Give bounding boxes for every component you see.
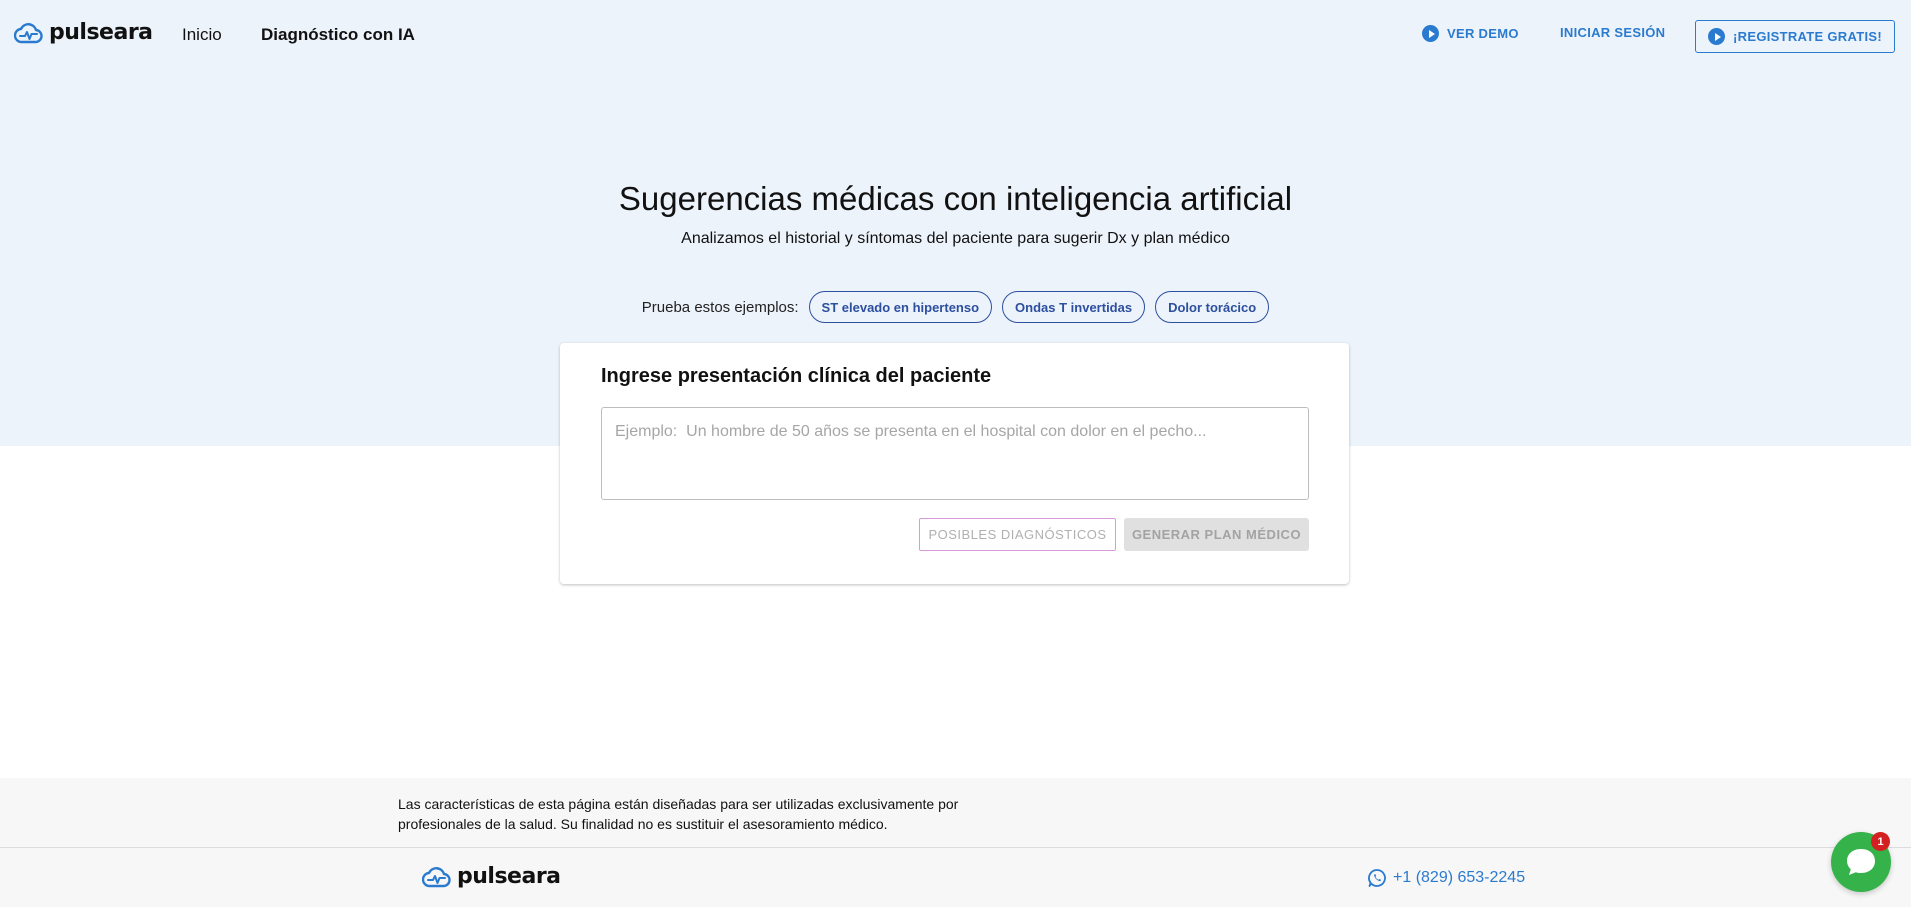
pulse-cloud-icon (422, 866, 451, 887)
examples-label: Prueba estos ejemplos: (641, 298, 799, 316)
generar-plan-medico-button[interactable]: GENERAR PLAN MÉDICO (1124, 518, 1309, 551)
example-chip-st-elevado[interactable]: ST elevado en hipertenso (808, 291, 993, 323)
footer-divider (0, 847, 1911, 848)
footer-brand-name: pulseara (457, 864, 561, 889)
chat-bubble-icon (1847, 849, 1875, 875)
nav-diagnostico-ia[interactable]: Diagnóstico con IA (261, 25, 415, 45)
whatsapp-phone-link[interactable]: +1 (829) 653-2245 (1367, 868, 1525, 888)
footer: Las características de esta página están… (0, 778, 1911, 907)
card-title: Ingrese presentación clínica del pacient… (601, 365, 992, 387)
examples-row: Prueba estos ejemplos: ST elevado en hip… (0, 291, 1911, 323)
iniciar-sesion-label: INICIAR SESIÓN (1560, 25, 1666, 40)
example-chip-ondas-t[interactable]: Ondas T invertidas (1002, 291, 1146, 323)
page-title: Sugerencias médicas con inteligencia art… (618, 180, 1293, 217)
brand-logo[interactable]: pulseara (14, 20, 153, 45)
whatsapp-icon (1368, 869, 1386, 887)
phone-number: +1 (829) 653-2245 (1393, 869, 1526, 886)
clinical-presentation-input[interactable] (601, 407, 1309, 500)
top-navbar: pulseara Inicio Diagnóstico con IA VER D… (0, 0, 1911, 70)
ver-demo-button[interactable]: VER DEMO (1422, 25, 1519, 42)
chat-notification-badge: 1 (1871, 832, 1890, 851)
page-subtitle: Analizamos el historial y síntomas del p… (681, 230, 1230, 247)
ver-demo-label: VER DEMO (1447, 26, 1519, 41)
play-icon (1708, 28, 1726, 45)
pulse-cloud-icon (14, 22, 43, 43)
iniciar-sesion-button[interactable]: INICIAR SESIÓN (1560, 25, 1665, 40)
brand-name: pulseara (49, 20, 153, 45)
register-button[interactable]: ¡REGISTRATE GRATIS! (1695, 20, 1895, 53)
example-chip-dolor-toracico[interactable]: Dolor torácico (1155, 291, 1270, 323)
register-label: ¡REGISTRATE GRATIS! (1733, 29, 1882, 44)
posibles-diagnosticos-button[interactable]: POSIBLES DIAGNÓSTICOS (919, 518, 1116, 551)
nav-inicio[interactable]: Inicio (182, 25, 222, 45)
play-icon (1422, 25, 1439, 42)
clinical-input-card: Ingrese presentación clínica del pacient… (560, 343, 1349, 584)
footer-brand-logo[interactable]: pulseara (422, 864, 561, 889)
disclaimer-text: Las características de esta página están… (398, 796, 959, 832)
